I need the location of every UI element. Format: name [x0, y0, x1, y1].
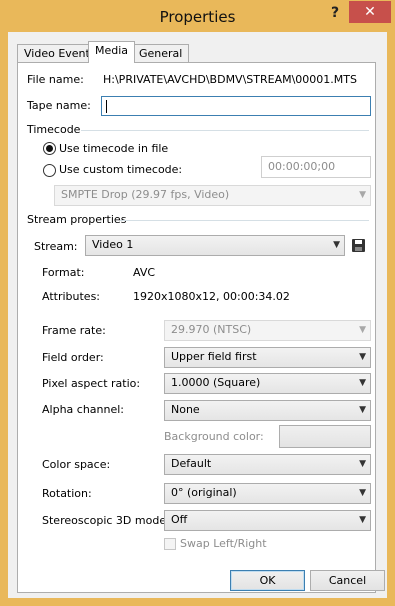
- format-value: AVC: [133, 266, 156, 279]
- tab-media[interactable]: Media: [88, 41, 136, 63]
- chevron-down-icon: ▼: [359, 488, 366, 498]
- custom-timecode-input[interactable]: 00:00:00;00: [261, 156, 371, 178]
- timecode-format-select[interactable]: SMPTE Drop (29.97 fps, Video) ▼: [54, 185, 371, 206]
- tape-name-label: Tape name:: [27, 99, 91, 112]
- use-custom-timecode-radio[interactable]: [43, 164, 56, 177]
- pixel-aspect-value: 1.0000 (Square): [171, 376, 261, 389]
- chevron-down-icon: ▼: [359, 325, 366, 335]
- rotation-value: 0° (original): [171, 486, 237, 499]
- format-label: Format:: [42, 266, 85, 279]
- tab-video-event[interactable]: Video Event: [17, 44, 97, 62]
- chevron-down-icon: ▼: [359, 515, 366, 525]
- timecode-group-label: Timecode: [27, 123, 81, 136]
- pixel-aspect-label: Pixel aspect ratio:: [42, 377, 141, 390]
- alpha-channel-label: Alpha channel:: [42, 403, 125, 416]
- text-caret: [106, 100, 107, 113]
- stream-group-label: Stream properties: [27, 213, 127, 226]
- swap-left-right-checkbox[interactable]: [164, 538, 176, 550]
- chevron-down-icon: ▼: [359, 459, 366, 469]
- stereo-3d-select[interactable]: Off ▼: [164, 510, 371, 531]
- field-order-select[interactable]: Upper field first ▼: [164, 347, 371, 368]
- color-space-select[interactable]: Default ▼: [164, 454, 371, 475]
- use-timecode-in-file-label[interactable]: Use timecode in file: [59, 142, 168, 155]
- radio-selected-dot: [46, 145, 53, 152]
- attributes-value: 1920x1080x12, 00:00:34.02: [133, 290, 290, 303]
- color-space-label: Color space:: [42, 458, 111, 471]
- frame-rate-label: Frame rate:: [42, 324, 106, 337]
- cancel-button[interactable]: Cancel: [310, 570, 385, 591]
- stream-value: Video 1: [92, 238, 134, 251]
- chevron-down-icon: ▼: [359, 190, 366, 200]
- background-color-label: Background color:: [164, 430, 264, 443]
- alpha-channel-select[interactable]: None ▼: [164, 400, 371, 421]
- frame-rate-value: 29.970 (NTSC): [171, 323, 252, 336]
- attributes-label: Attributes:: [42, 290, 101, 303]
- use-custom-timecode-label[interactable]: Use custom timecode:: [59, 163, 182, 176]
- timecode-divider: [81, 130, 369, 131]
- properties-window: Properties ? ✕ Video Event Media General…: [0, 0, 395, 606]
- media-tab-panel: File name: H:\PRIVATE\AVCHD\BDMV\STREAM\…: [17, 62, 376, 593]
- use-timecode-in-file-radio[interactable]: [43, 142, 56, 155]
- color-space-value: Default: [171, 457, 212, 470]
- rotation-select[interactable]: 0° (original) ▼: [164, 483, 371, 504]
- save-icon[interactable]: [352, 239, 365, 252]
- frame-rate-select[interactable]: 29.970 (NTSC) ▼: [164, 320, 371, 341]
- stereo-3d-label: Stereoscopic 3D mode:: [42, 514, 170, 527]
- pixel-aspect-select[interactable]: 1.0000 (Square) ▼: [164, 373, 371, 394]
- background-color-button[interactable]: [279, 425, 371, 448]
- close-button[interactable]: ✕: [349, 1, 391, 23]
- field-order-label: Field order:: [42, 351, 104, 364]
- close-icon: ✕: [364, 4, 376, 20]
- chevron-down-icon: ▼: [359, 352, 366, 362]
- tab-general[interactable]: General: [132, 44, 190, 62]
- file-name-label: File name:: [27, 73, 84, 86]
- swap-left-right-label: Swap Left/Right: [180, 537, 267, 550]
- stream-select[interactable]: Video 1 ▼: [85, 235, 345, 256]
- rotation-label: Rotation:: [42, 487, 92, 500]
- dialog-body: Video Event Media General File name: H:\…: [8, 32, 387, 598]
- chevron-down-icon: ▼: [333, 240, 340, 250]
- stream-divider: [120, 220, 369, 221]
- chevron-down-icon: ▼: [359, 378, 366, 388]
- field-order-value: Upper field first: [171, 350, 257, 363]
- ok-button[interactable]: OK: [230, 570, 305, 591]
- help-button[interactable]: ?: [321, 2, 349, 24]
- alpha-channel-value: None: [171, 403, 200, 416]
- chevron-down-icon: ▼: [359, 405, 366, 415]
- stream-label: Stream:: [34, 240, 78, 253]
- timecode-format-value: SMPTE Drop (29.97 fps, Video): [61, 188, 230, 201]
- stereo-3d-value: Off: [171, 513, 188, 526]
- title-bar[interactable]: Properties ? ✕: [0, 0, 395, 32]
- file-name-value: H:\PRIVATE\AVCHD\BDMV\STREAM\00001.MTS: [103, 73, 357, 86]
- tape-name-input[interactable]: [101, 96, 371, 116]
